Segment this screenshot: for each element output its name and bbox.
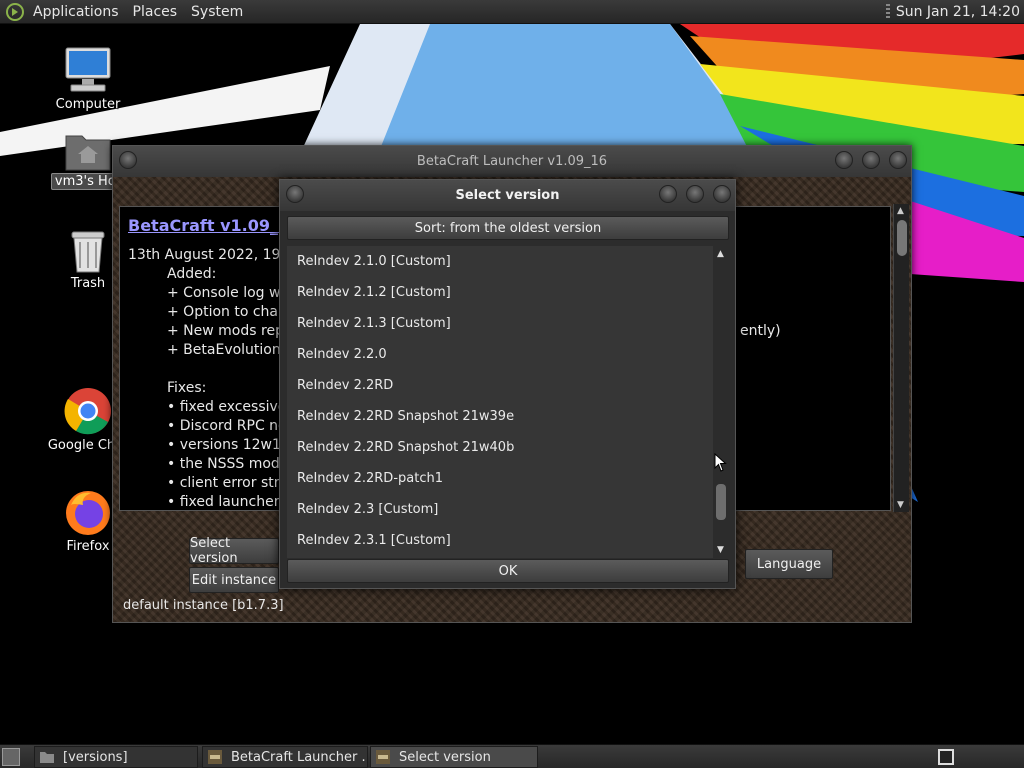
changelog-line: • fixed launcher n	[167, 494, 293, 510]
changelog-line: • versions 12w18	[167, 437, 290, 453]
list-scroll-up-icon[interactable]: ▲	[717, 249, 724, 259]
betacraft-icon	[376, 750, 390, 764]
firefox-label: Firefox	[66, 539, 110, 554]
list-scroll-thumb[interactable]	[716, 484, 726, 520]
changelog-line: + Console log win	[167, 285, 294, 301]
ok-button[interactable]: OK	[287, 559, 729, 583]
changelog-line: + New mods repo	[167, 323, 293, 339]
edit-instance-button[interactable]: Edit instance	[189, 567, 279, 593]
task-label: BetaCraft Launcher ...	[231, 749, 368, 765]
instance-label: default instance [b1.7.3]	[123, 598, 284, 613]
changelog-line: • Discord RPC no	[167, 418, 287, 434]
folder-icon	[40, 752, 54, 763]
show-desktop-icon[interactable]	[2, 748, 20, 766]
changelog-scrollbar[interactable]: ▲ ▼	[893, 204, 909, 512]
changelog-line: • the NSSS mod s	[167, 456, 292, 472]
dialog-title: Select version	[455, 188, 560, 203]
version-item[interactable]: ReIndev 2.3.1 [Custom]	[287, 525, 713, 556]
launcher-titlebar[interactable]: BetaCraft Launcher v1.09_16	[113, 146, 911, 177]
minimize-button[interactable]	[835, 151, 853, 169]
trash-icon	[71, 231, 105, 273]
workspace-switcher-icon[interactable]	[938, 749, 954, 765]
changelog-line: Added:	[167, 266, 217, 282]
version-item[interactable]: ReIndev 2.1.0 [Custom]	[287, 246, 713, 277]
chrome-icon	[64, 388, 111, 435]
task-select-version[interactable]: Select version	[370, 746, 538, 768]
version-item[interactable]: ReIndev 2.2.0	[287, 339, 713, 370]
changelog-date: 13th August 2022, 19:0	[128, 247, 295, 263]
dialog-close-button[interactable]	[713, 185, 731, 203]
top-panel: Applications Places System Sun Jan 21, 1…	[0, 0, 1024, 24]
panel-handle-icon[interactable]	[885, 3, 890, 20]
window-menu-button[interactable]	[119, 151, 137, 169]
dialog-maximize-button[interactable]	[686, 185, 704, 203]
scroll-down-icon[interactable]: ▼	[897, 500, 904, 510]
maximize-button[interactable]	[862, 151, 880, 169]
home-folder-icon	[65, 135, 111, 171]
places-menu[interactable]: Places	[126, 0, 185, 24]
changelog-line: • fixed excessive	[167, 399, 287, 415]
changelog-line: + BetaEvolutions	[167, 342, 289, 358]
version-item[interactable]: ReIndev 2.3 [Custom]	[287, 494, 713, 525]
close-button[interactable]	[889, 151, 907, 169]
version-item[interactable]: ReIndev 2.2RD-patch1	[287, 463, 713, 494]
clock[interactable]: Sun Jan 21, 14:20	[896, 4, 1024, 20]
dialog-menu-button[interactable]	[286, 185, 304, 203]
betacraft-icon	[208, 750, 222, 764]
task-versions[interactable]: [versions]	[34, 746, 198, 768]
mouse-cursor-icon	[714, 453, 727, 472]
scroll-thumb[interactable]	[897, 220, 907, 256]
panel-right-area: Sun Jan 21, 14:20	[885, 3, 1024, 20]
firefox-icon	[66, 491, 110, 535]
trash-label: Trash	[70, 276, 106, 291]
computer-label: Computer	[55, 97, 121, 112]
task-label: Select version	[399, 749, 491, 765]
version-list[interactable]: ReIndev 2.1.0 [Custom] ReIndev 2.1.2 [Cu…	[287, 246, 713, 558]
applications-menu[interactable]: Applications	[26, 0, 126, 24]
list-scroll-down-icon[interactable]: ▼	[717, 545, 724, 555]
changelog-line: Fixes:	[167, 380, 207, 396]
select-version-dialog: Select version Sort: from the oldest ver…	[279, 179, 736, 589]
version-list-scrollbar[interactable]: ▲ ▼	[713, 246, 729, 558]
version-item[interactable]: ReIndev 2.1.2 [Custom]	[287, 277, 713, 308]
scroll-up-icon[interactable]: ▲	[897, 206, 904, 216]
changelog-line: • client error strea	[167, 475, 297, 491]
changelog-fragment: ently)	[740, 323, 781, 339]
task-label: [versions]	[63, 749, 128, 765]
version-item[interactable]: ReIndev 2.2RD Snapshot 21w40b	[287, 432, 713, 463]
version-item[interactable]: ReIndev 2.2RD	[287, 370, 713, 401]
sort-button[interactable]: Sort: from the oldest version	[287, 216, 729, 240]
version-item[interactable]: ReIndev 2.2RD Snapshot 21w39e	[287, 401, 713, 432]
language-button[interactable]: Language	[745, 549, 833, 579]
distro-logo-icon[interactable]	[6, 2, 24, 21]
task-betacraft-launcher[interactable]: BetaCraft Launcher ...	[202, 746, 368, 768]
dialog-titlebar[interactable]: Select version	[280, 180, 735, 211]
dialog-minimize-button[interactable]	[659, 185, 677, 203]
computer-icon	[65, 47, 111, 92]
taskbar: [versions] BetaCraft Launcher ... Select…	[0, 744, 1024, 768]
version-item[interactable]: ReIndev 2.1.3 [Custom]	[287, 308, 713, 339]
changelog-line: + Option to chang	[167, 304, 296, 320]
system-menu[interactable]: System	[184, 0, 250, 24]
launcher-title: BetaCraft Launcher v1.09_16	[416, 154, 608, 169]
computer-desktop-icon[interactable]: Computer	[43, 45, 133, 112]
select-version-button[interactable]: Select version	[189, 536, 279, 566]
